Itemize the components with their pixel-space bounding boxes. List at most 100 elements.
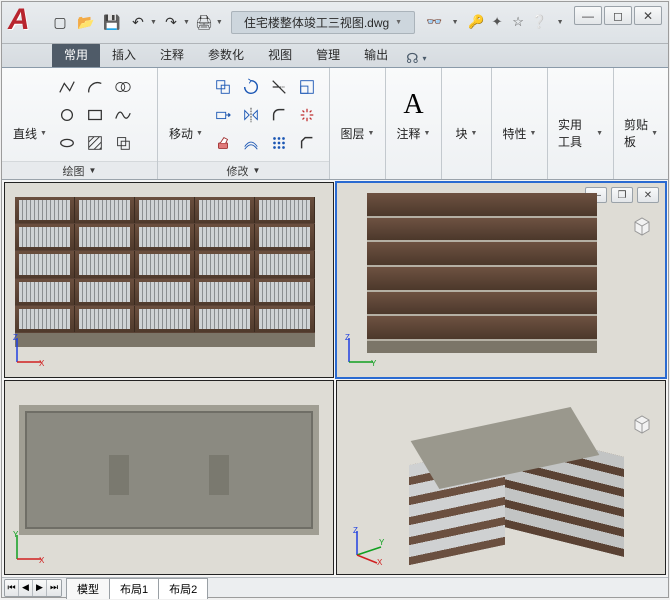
tab-manage[interactable]: 管理 xyxy=(304,42,352,67)
properties-label: 特性 xyxy=(503,125,527,142)
clipboard-button[interactable]: 剪贴板▼ xyxy=(622,75,660,154)
svg-text:Y: Y xyxy=(379,538,385,547)
ellipse-icon[interactable] xyxy=(54,130,80,156)
explode-icon[interactable] xyxy=(294,102,320,128)
utilities-button[interactable]: 实用工具▼ xyxy=(556,75,605,154)
properties-button[interactable]: 特性▼ xyxy=(500,84,539,146)
close-button[interactable]: ✕ xyxy=(634,6,662,25)
dropdown-icon[interactable]: ▼ xyxy=(446,13,464,31)
favorite-icon[interactable]: ☆ xyxy=(509,13,527,31)
tab-annotate[interactable]: 注释 xyxy=(148,42,196,67)
print-dropdown-icon[interactable]: ▼ xyxy=(216,19,223,26)
rotate-icon[interactable] xyxy=(238,74,264,100)
link-icon[interactable]: ✦ xyxy=(488,13,506,31)
chamfer-icon[interactable] xyxy=(294,130,320,156)
fillet-icon[interactable] xyxy=(266,102,292,128)
tab-nav-prev-icon[interactable]: ◀ xyxy=(19,580,33,596)
offset-icon[interactable] xyxy=(238,130,264,156)
move-button[interactable]: 移动▼ xyxy=(166,84,206,146)
layers-button[interactable]: 图层▼ xyxy=(338,84,377,146)
move-label: 移动 xyxy=(169,125,193,142)
circle-group-icon[interactable] xyxy=(110,74,136,100)
open-icon[interactable]: 📂 xyxy=(74,10,98,34)
tab-view[interactable]: 视图 xyxy=(256,42,304,67)
mirror-icon[interactable] xyxy=(238,102,264,128)
tab-nav-arrows: ⏮ ◀ ▶ ⏭ xyxy=(4,579,62,597)
viewport-top[interactable]: YX xyxy=(4,380,334,576)
building-iso xyxy=(425,421,625,571)
building-top xyxy=(19,405,319,535)
ucs-iso: ZYX xyxy=(343,525,387,568)
redo-icon[interactable]: ↷ xyxy=(159,10,183,34)
polyline-icon[interactable] xyxy=(54,74,80,100)
panel-modify-title[interactable]: 修改▼ xyxy=(158,161,329,179)
app-logo[interactable]: A xyxy=(10,7,40,37)
viewport-area: ZX — ❐ ✕ ZY xyxy=(2,180,668,577)
copy-icon[interactable] xyxy=(210,74,236,100)
draw-tools-grid xyxy=(54,74,136,156)
minimize-button[interactable]: — xyxy=(574,6,602,25)
block-label: 块 xyxy=(456,125,468,142)
block-button[interactable]: 块▼ xyxy=(450,84,483,146)
key-icon[interactable]: 🔑 xyxy=(467,13,485,31)
text-icon: A xyxy=(403,88,423,122)
tab-home[interactable]: 常用 xyxy=(52,42,100,67)
undo-icon[interactable]: ↶ xyxy=(126,10,150,34)
help-dropdown-icon[interactable]: ▼ xyxy=(551,13,569,31)
scale-icon[interactable] xyxy=(294,74,320,100)
erase-icon[interactable] xyxy=(210,130,236,156)
help-icon[interactable]: ❔ xyxy=(530,13,548,31)
panel-block: 块▼ . xyxy=(442,68,492,179)
svg-text:Z: Z xyxy=(353,526,358,535)
svg-text:X: X xyxy=(39,556,45,565)
tab-nav-last-icon[interactable]: ⏭ xyxy=(47,580,61,596)
svg-text:Y: Y xyxy=(371,359,377,368)
panel-draw-title[interactable]: 绘图▼ xyxy=(2,161,157,179)
binoculars-icon[interactable]: 👓 xyxy=(425,13,443,31)
document-title[interactable]: 住宅楼整体竣工三视图.dwg ▼ xyxy=(231,11,415,34)
circle-icon[interactable] xyxy=(54,102,80,128)
svg-text:Z: Z xyxy=(13,333,18,342)
spline-icon[interactable] xyxy=(110,102,136,128)
save-icon[interactable]: 💾 xyxy=(100,10,124,34)
viewport-front[interactable]: ZX xyxy=(4,182,334,378)
ribbon-expand-icon[interactable]: ☊ ▾ xyxy=(406,50,426,67)
tab-nav-first-icon[interactable]: ⏮ xyxy=(5,580,19,596)
new-icon[interactable]: ▢ xyxy=(48,10,72,34)
tab-parametric[interactable]: 参数化 xyxy=(196,42,256,67)
annotate-label: 注释 xyxy=(397,125,421,142)
annotate-button[interactable]: A 注释▼ xyxy=(394,84,433,146)
ribbon-tabs: 常用 插入 注释 参数化 视图 管理 输出 ☊ ▾ xyxy=(2,44,668,68)
tab-layout2[interactable]: 布局2 xyxy=(158,578,208,599)
tab-insert[interactable]: 插入 xyxy=(100,42,148,67)
array-icon[interactable] xyxy=(266,130,292,156)
maximize-button[interactable]: ◻ xyxy=(604,6,632,25)
ucs-front: ZX xyxy=(11,332,47,371)
stretch-icon[interactable] xyxy=(210,102,236,128)
undo-dropdown-icon[interactable]: ▼ xyxy=(150,19,157,26)
panel-clipboard: 剪贴板▼ . xyxy=(614,68,668,179)
viewcube-side[interactable] xyxy=(629,213,655,239)
drawing-close-button[interactable]: ✕ xyxy=(637,187,659,203)
arc-icon[interactable] xyxy=(82,74,108,100)
tab-layout1[interactable]: 布局1 xyxy=(109,578,159,599)
app-window: A ▢ 📂 💾 ↶▼ ↷▼ 🖨▼ 住宅楼整体竣工三视图.dwg ▼ 👓 ▼ 🔑 … xyxy=(1,1,669,598)
viewport-side[interactable]: — ❐ ✕ ZY xyxy=(336,182,666,378)
rectangle-icon[interactable] xyxy=(82,102,108,128)
viewcube-iso[interactable] xyxy=(629,411,655,437)
infocenter: 👓 ▼ 🔑 ✦ ☆ ❔ ▼ xyxy=(425,13,569,31)
redo-dropdown-icon[interactable]: ▼ xyxy=(183,19,190,26)
print-icon[interactable]: 🖨 xyxy=(192,10,216,34)
tab-model[interactable]: 模型 xyxy=(66,578,110,599)
trim-icon[interactable] xyxy=(266,74,292,100)
hatch-icon[interactable] xyxy=(82,130,108,156)
quick-access-toolbar: A ▢ 📂 💾 ↶▼ ↷▼ 🖨▼ 住宅楼整体竣工三视图.dwg ▼ 👓 ▼ 🔑 … xyxy=(10,8,660,36)
drawing-restore-button[interactable]: ❐ xyxy=(611,187,633,203)
line-button[interactable]: 直线▼ xyxy=(10,84,50,146)
region-icon[interactable] xyxy=(110,130,136,156)
viewport-iso[interactable]: ZYX xyxy=(336,380,666,576)
ucs-top: YX xyxy=(11,529,47,568)
tab-output[interactable]: 输出 xyxy=(352,42,400,67)
tab-nav-next-icon[interactable]: ▶ xyxy=(33,580,47,596)
svg-text:X: X xyxy=(39,359,45,368)
